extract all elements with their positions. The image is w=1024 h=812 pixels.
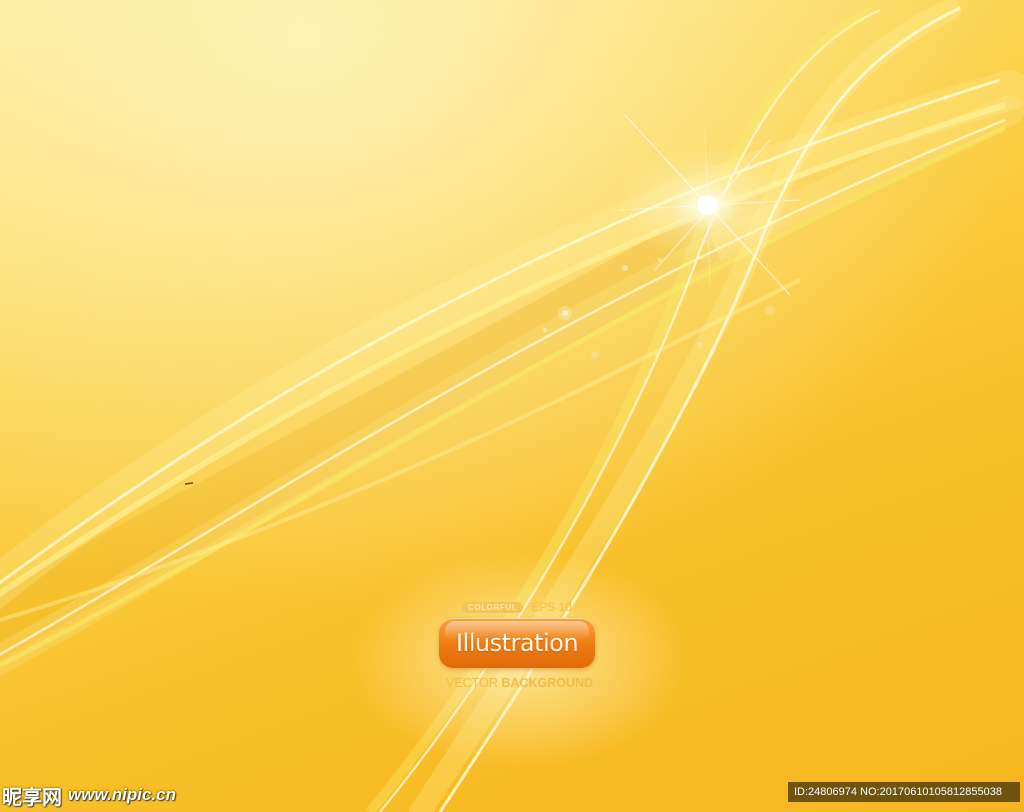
eps-label: EPS 10 xyxy=(531,600,572,614)
watermark-url: www.nipic.cn xyxy=(68,785,176,804)
background-word: BACKGROUND xyxy=(501,676,594,690)
site-watermark: 昵享网 www.nipic.cn xyxy=(0,783,176,809)
background-canvas: COLORFUL EPS 10 Illustration VECTOR BACK… xyxy=(0,0,1024,812)
watermark-brand: 昵享网 xyxy=(2,784,62,809)
vector-word: VECTOR xyxy=(446,676,498,690)
vector-background-label: VECTOR BACKGROUND xyxy=(446,676,593,690)
illustration-title: Illustration xyxy=(455,629,579,657)
watermark-id-bar: ID:24806974 NO:20170610105812855038 xyxy=(788,782,1020,802)
badge-top-row: COLORFUL EPS 10 xyxy=(462,600,572,614)
illustration-badge: COLORFUL EPS 10 Illustration VECTOR BACK… xyxy=(436,598,606,694)
illustration-pill: Illustration xyxy=(439,618,595,668)
colorful-tag: COLORFUL xyxy=(462,601,524,613)
